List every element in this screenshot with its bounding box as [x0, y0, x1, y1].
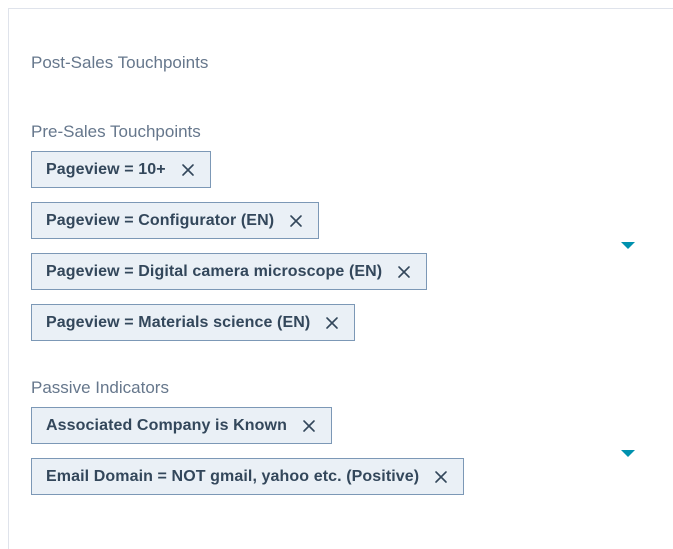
close-icon[interactable] [324, 315, 340, 331]
post-sales-touchpoints-label: Post-Sales Touchpoints [31, 53, 209, 72]
close-icon[interactable] [396, 264, 412, 280]
passive-chip-associated-company-known[interactable]: Associated Company is Known [31, 407, 332, 444]
close-icon[interactable] [288, 213, 304, 229]
pre-sales-chip-pageview-digital-camera-microscope[interactable]: Pageview = Digital camera microscope (EN… [31, 253, 428, 290]
pre-sales-chip-pageview-configurator[interactable]: Pageview = Configurator (EN) [31, 202, 320, 239]
chip-label: Pageview = Digital camera microscope (EN… [46, 262, 383, 280]
chip-label: Email Domain = NOT gmail, yahoo etc. (Po… [46, 467, 420, 485]
pre-sales-chip-pageview-materials-science[interactable]: Pageview = Materials science (EN) [31, 304, 356, 341]
pre-sales-chip-pageview-10-plus[interactable]: Pageview = 10+ [31, 151, 211, 188]
chip-label: Pageview = 10+ [46, 160, 166, 178]
close-icon[interactable] [180, 162, 196, 178]
chip-label: Pageview = Materials science (EN) [46, 313, 311, 331]
chip-label: Associated Company is Known [46, 416, 287, 434]
passive-chip-email-domain-not-gmail[interactable]: Email Domain = NOT gmail, yahoo etc. (Po… [31, 458, 465, 495]
pre-sales-dropdown-caret-down-icon[interactable] [621, 242, 635, 249]
pre-sales-touchpoints-label: Pre-Sales Touchpoints [31, 122, 201, 141]
close-icon[interactable] [301, 418, 317, 434]
close-icon[interactable] [433, 469, 449, 485]
chip-label: Pageview = Configurator (EN) [46, 211, 275, 229]
passive-indicators-label: Passive Indicators [31, 378, 169, 397]
passive-dropdown-caret-down-icon[interactable] [621, 450, 635, 457]
